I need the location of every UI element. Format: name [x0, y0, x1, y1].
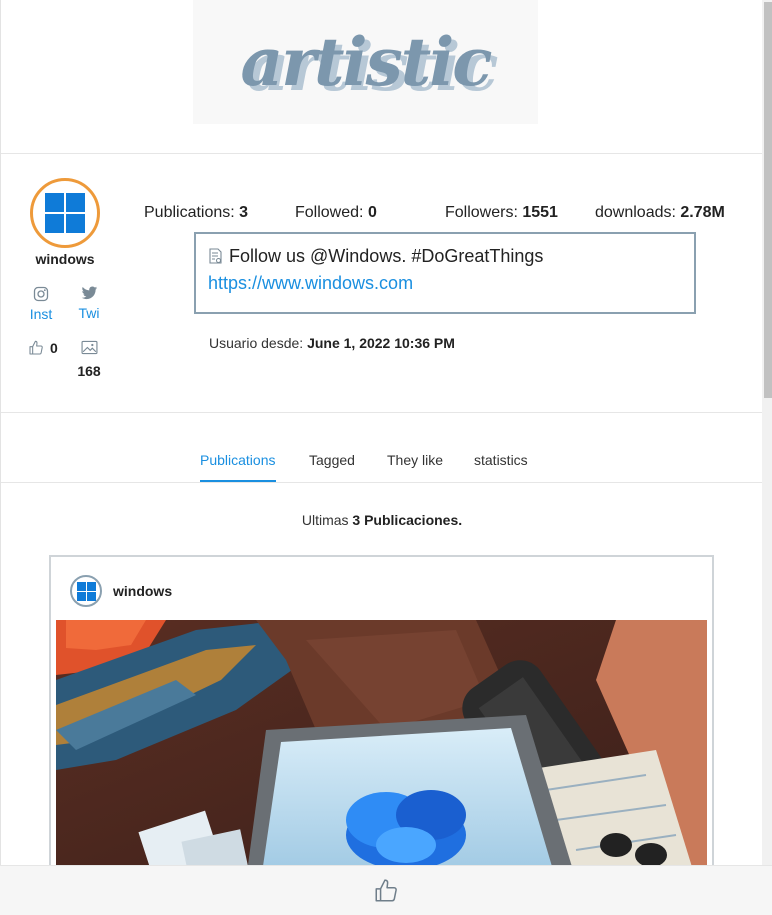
stat-followed[interactable]: Followed: 0 — [295, 204, 377, 222]
instagram-label: Inst — [29, 306, 53, 322]
member-since: Usuario desde: June 1, 2022 10:36 PM — [209, 335, 455, 351]
divider — [1, 412, 763, 413]
post-photo — [56, 620, 707, 880]
divider — [1, 153, 763, 154]
bio-document-icon — [209, 248, 222, 264]
scrollbar-thumb[interactable] — [764, 2, 772, 398]
tabs-divider — [1, 482, 763, 483]
instagram-link[interactable]: Inst — [21, 286, 61, 322]
page-scrollbar[interactable] — [762, 0, 772, 915]
profile-banner: artistic artistic — [193, 0, 538, 124]
tab-tagged[interactable]: Tagged — [309, 452, 355, 480]
thumbs-up-icon — [29, 340, 43, 355]
latest-publications-text: Ultimas 3 Publicaciones. — [301, 512, 463, 528]
bio-link[interactable]: https://www.windows.com — [208, 273, 682, 294]
twitter-icon — [81, 286, 97, 300]
bio-text: Follow us @Windows. #DoGreatThings — [229, 246, 544, 266]
stat-publications: Publications: 3 — [144, 204, 249, 221]
twitter-label: Twi — [78, 305, 100, 321]
images-count: 168 — [77, 340, 101, 379]
post-card[interactable]: windows — [49, 555, 714, 915]
like-thumbs-up-icon[interactable] — [373, 878, 399, 904]
post-author-name[interactable]: windows — [113, 583, 172, 599]
post-author-avatar[interactable] — [70, 575, 102, 607]
likes-count: 0 — [28, 340, 58, 356]
profile-username[interactable]: windows — [25, 251, 105, 267]
profile-page: artistic artistic windows Inst Twi 0 168… — [0, 0, 763, 915]
windows-logo-icon — [76, 581, 96, 601]
bottom-action-bar — [0, 865, 772, 915]
profile-bio: Follow us @Windows. #DoGreatThings https… — [194, 232, 696, 314]
banner-logo: artistic artistic — [240, 23, 499, 106]
post-image[interactable] — [56, 620, 707, 880]
profile-avatar[interactable] — [30, 178, 100, 248]
image-icon — [80, 340, 98, 355]
stat-downloads: downloads: 2.78M — [595, 204, 725, 221]
windows-logo-icon — [45, 193, 85, 233]
instagram-icon — [33, 286, 49, 302]
tab-publications[interactable]: Publications — [200, 452, 276, 482]
tab-they-like[interactable]: They like — [387, 452, 443, 480]
tab-statistics[interactable]: statistics — [474, 452, 528, 480]
stat-followers[interactable]: Followers: 1551 — [445, 204, 558, 222]
twitter-link[interactable]: Twi — [69, 286, 109, 321]
